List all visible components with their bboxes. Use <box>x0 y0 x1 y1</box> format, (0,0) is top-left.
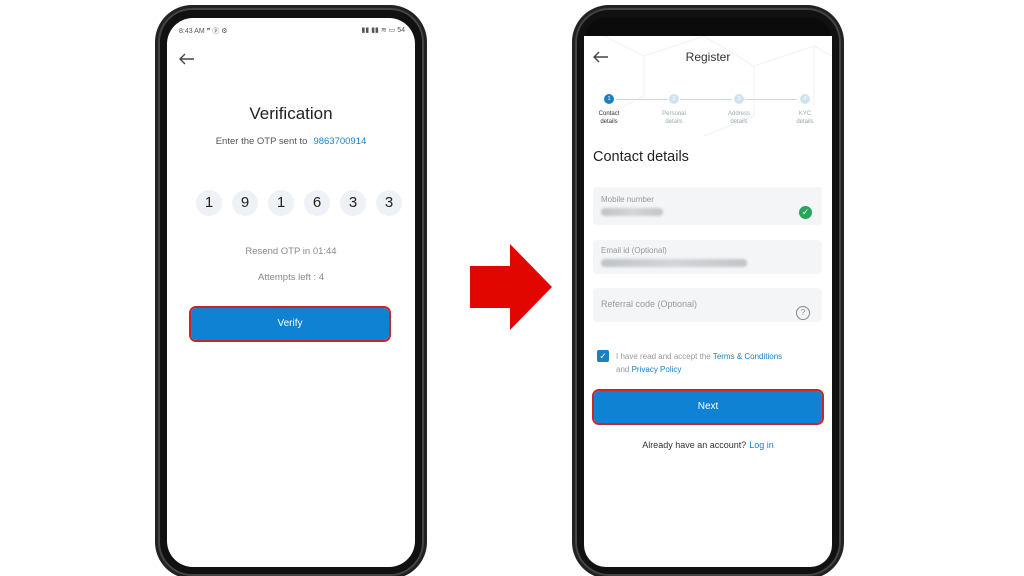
right-arrow-icon <box>470 244 552 330</box>
power-button <box>424 153 427 183</box>
phone-number: 9863700914 <box>313 136 367 147</box>
power-button <box>841 153 844 183</box>
phone-frame-left: 8:43 AM ❞ ⓟ ⚙ ▮▮ ▮▮ ≋ ▭ 54 Verification … <box>155 8 427 576</box>
otp-digit-5[interactable]: 3 <box>340 190 366 216</box>
step-4-label: KYC details <box>787 110 823 126</box>
otp-digit-3[interactable]: 1 <box>268 190 294 216</box>
otp-prompt-text: Enter the OTP sent to <box>215 136 308 147</box>
otp-digit-6[interactable]: 3 <box>376 190 402 216</box>
login-prompt: Already have an account? Log in <box>584 440 832 450</box>
page-title: Verification <box>249 104 333 123</box>
step-2-dot: 2 <box>669 94 679 104</box>
page-title: Register <box>685 50 731 64</box>
terms-and: and <box>616 365 630 374</box>
step-label-line1: KYC <box>798 111 812 117</box>
otp-digit-2[interactable]: 9 <box>232 190 258 216</box>
phone-frame-right: Register 1 2 3 4 Contact details Personal… <box>575 8 844 576</box>
otp-digit-4[interactable]: 6 <box>304 190 330 216</box>
step-3-dot: 3 <box>734 94 744 104</box>
system-icons: ▮▮ ▮▮ ≋ ▭ 54 <box>361 27 405 34</box>
login-link[interactable]: Log in <box>749 440 774 450</box>
section-title: Contact details <box>593 149 689 165</box>
step-label-line2: details <box>600 119 618 125</box>
referral-code-placeholder: Referral code (Optional) <box>601 299 698 309</box>
step-label-line2: details <box>665 119 683 125</box>
step-label-line1: Personal <box>662 111 686 117</box>
referral-code-field[interactable]: Referral code (Optional) ? <box>593 288 822 322</box>
attempts-left: Attempts left : 4 <box>258 272 324 283</box>
verification-screen: 8:43 AM ❞ ⓟ ⚙ ▮▮ ▮▮ ≋ ▭ 54 Verification … <box>167 18 415 567</box>
verify-button[interactable]: Verify <box>189 306 391 342</box>
mobile-number-field[interactable]: Mobile number ✓ <box>593 187 822 225</box>
step-connector <box>616 99 668 100</box>
email-label: Email id (Optional) <box>601 246 667 255</box>
back-arrow-icon[interactable] <box>179 52 195 70</box>
step-label-line2: details <box>796 119 814 125</box>
register-screen: Register 1 2 3 4 Contact details Personal… <box>584 36 832 567</box>
checkmark-icon: ✓ <box>799 206 812 219</box>
privacy-policy-link[interactable]: Privacy Policy <box>632 365 682 374</box>
help-icon[interactable]: ? <box>796 306 810 320</box>
terms-text: I have read and accept the Terms & Condi… <box>616 350 821 376</box>
step-4-dot: 4 <box>800 94 810 104</box>
step-1-label: Contact details <box>591 110 627 126</box>
step-label-line1: Address <box>727 111 750 117</box>
email-value-blurred <box>601 259 747 267</box>
next-button[interactable]: Next <box>592 389 824 425</box>
otp-digit-1[interactable]: 1 <box>196 190 222 216</box>
step-2-label: Personal details <box>656 110 692 126</box>
mobile-number-value-blurred <box>601 208 663 216</box>
step-label-line1: Contact <box>598 111 620 117</box>
step-1-dot: 1 <box>604 94 614 104</box>
terms-prefix: I have read and accept the <box>616 352 711 361</box>
notification-icons: ❞ ⓟ ⚙ <box>206 28 228 35</box>
status-bar: 8:43 AM ❞ ⓟ ⚙ ▮▮ ▮▮ ≋ ▭ 54 <box>179 26 405 38</box>
step-3-label: Address details <box>721 110 757 126</box>
email-field[interactable]: Email id (Optional) <box>593 240 822 274</box>
step-connector <box>680 99 732 100</box>
checkbox-checked-icon[interactable]: ✓ <box>597 350 609 362</box>
terms-link[interactable]: Terms & Conditions <box>713 352 782 361</box>
resend-timer[interactable]: Resend OTP in 01:44 <box>167 246 415 257</box>
step-connector <box>745 99 797 100</box>
login-prompt-text: Already have an account? <box>642 440 747 450</box>
volume-button <box>155 138 158 178</box>
step-label-line2: details <box>730 119 748 125</box>
status-time: 8:43 AM <box>179 28 205 35</box>
mobile-number-label: Mobile number <box>601 195 654 204</box>
otp-prompt: Enter the OTP sent to 9863700914 <box>167 136 415 147</box>
